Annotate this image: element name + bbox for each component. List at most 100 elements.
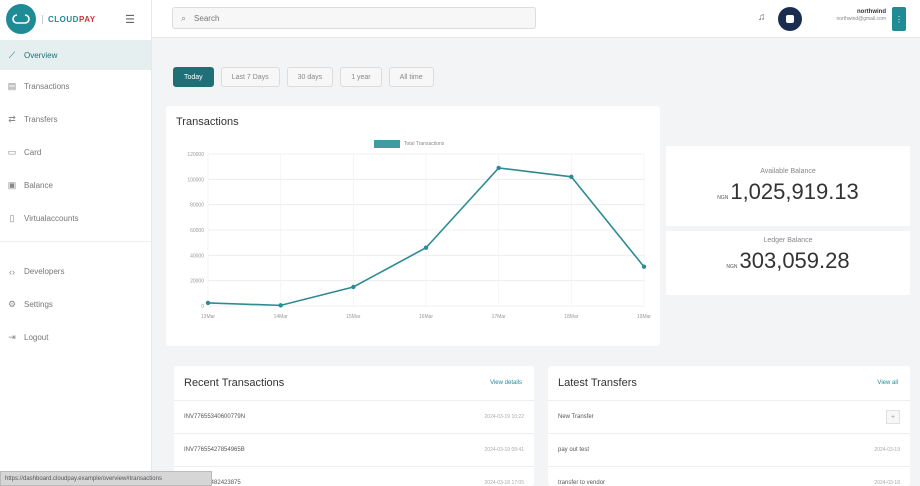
sidebar-item-label: Transactions: [24, 82, 70, 91]
sidebar-item-label: Overview: [24, 50, 58, 60]
ledger-balance-label: Ledger Balance: [763, 237, 813, 244]
y-tick-label: 20000: [190, 279, 204, 285]
transfer-name: pay out test: [558, 447, 590, 453]
filter-1-year[interactable]: 1 year: [340, 67, 382, 87]
sidebar-item-label: Developers: [24, 267, 65, 276]
y-tick-label: 60000: [190, 228, 204, 234]
transfer-row[interactable]: New Transfer +: [548, 400, 910, 433]
avatar[interactable]: [778, 7, 802, 31]
sidebar-item-settings[interactable]: ⚙ Settings: [0, 288, 151, 321]
sidebar: CLOUDPAY ☰ ⟋ Overview ▤ Transactions ⇄ Transf…: [0, 0, 152, 486]
sidebar-item-label: Virtualaccounts: [24, 214, 79, 223]
x-tick-label: 14Mar: [274, 314, 289, 320]
data-point[interactable]: [423, 245, 429, 250]
sidebar-item-developers[interactable]: ‹› Developers: [0, 255, 151, 288]
transactions-line-chart: 0 20000 40000 60000 80000 100000 120000 13Mar 14…: [187, 152, 652, 320]
data-point[interactable]: [205, 300, 211, 306]
transaction-time: 2024-03-19 09:41: [484, 447, 524, 453]
sidebar-nav: ⟋ Overview ▤ Transactions ⇄ Transfers ▭ Card ▣ Ba…: [0, 40, 151, 235]
sidebar-item-label: Logout: [24, 333, 49, 342]
available-balance-label: Available Balance: [760, 168, 816, 175]
search-icon: ⌕: [181, 12, 187, 23]
data-point[interactable]: [496, 165, 501, 171]
latest-transfers-title: Latest Transfers: [558, 377, 637, 389]
wallet-icon: ▣: [7, 180, 17, 190]
data-point[interactable]: [351, 284, 356, 290]
search-input[interactable]: [194, 13, 495, 23]
available-currency: NGN: [717, 195, 729, 201]
y-tick-label: 120000: [187, 152, 204, 158]
sidebar-item-balance[interactable]: ▣ Balance: [0, 169, 151, 202]
sidebar-item-transactions[interactable]: ▤ Transactions: [0, 70, 151, 103]
sidebar-item-virtualaccounts[interactable]: ▯ Virtualaccounts: [0, 202, 151, 235]
chart-line-icon: ⟋: [8, 49, 16, 60]
transaction-row[interactable]: INV77655427854965B 2024-03-19 09:41: [174, 433, 534, 466]
transfer-time: 2024-03-18: [874, 480, 900, 486]
code-icon: ‹›: [9, 266, 15, 277]
x-tick-label: 16Mar: [419, 314, 434, 320]
sidebar-item-logout[interactable]: ⇥ Logout: [0, 321, 151, 354]
transfer-row[interactable]: transfer to vendor 2024-03-18: [548, 466, 910, 486]
available-balance-card: Available Balance NGN 1,025,919.13: [666, 146, 910, 226]
topbar: ⌕ ♫ northwind northwind@gmail.com ⋮: [152, 0, 920, 38]
sidebar-item-label: Card: [24, 148, 42, 157]
transactions-chart-card: Transactions Total Transactions 0 20000 40…: [166, 106, 660, 346]
user-name: northwind: [857, 9, 886, 15]
latest-transfers-header: Latest Transfers View all: [548, 366, 910, 400]
collapse-menu-icon[interactable]: ☰: [123, 12, 137, 26]
transaction-row[interactable]: INV77655482423875 2024-03-18 17:05: [174, 466, 534, 486]
transaction-row[interactable]: INV77655340600779N 2024-03-19 10:22: [174, 400, 534, 433]
brand-part1: CLOUD: [48, 14, 79, 24]
filter-all-time[interactable]: All time: [388, 67, 434, 87]
recent-transactions-list: INV77655340600779N 2024-03-19 10:22 INV776…: [174, 400, 534, 486]
notification-bell-icon[interactable]: ♫: [758, 12, 766, 23]
ledger-balance-amount: NGN 303,059.28: [666, 248, 910, 274]
brand: CLOUDPAY ☰: [0, 0, 151, 38]
ledger-currency: NGN: [726, 264, 738, 270]
data-point[interactable]: [569, 174, 574, 179]
sidebar-item-label: Settings: [24, 300, 53, 309]
user-info[interactable]: northwind northwind@gmail.com: [808, 9, 886, 22]
card-icon: ▭: [7, 147, 17, 157]
date-filters: Today Last 7 Days 30 days 1 year All time: [173, 67, 434, 87]
y-tick-label: 100000: [187, 177, 204, 183]
search-box[interactable]: ⌕: [172, 7, 536, 29]
transfer-name: New Transfer: [558, 414, 594, 420]
sidebar-item-card[interactable]: ▭ Card: [0, 136, 151, 169]
sidebar-nav-secondary: ‹› Developers ⚙ Settings ⇥ Logout: [0, 255, 151, 354]
transaction-time: 2024-03-18 17:05: [484, 480, 524, 486]
view-all-link[interactable]: View all: [877, 380, 898, 386]
y-tick-label: 0: [201, 304, 204, 310]
y-tick-label: 40000: [190, 253, 204, 259]
ledger-amount-value: 303,059.28: [739, 248, 850, 273]
document-icon: ▯: [9, 213, 15, 223]
user-menu-button[interactable]: ⋮: [892, 7, 906, 31]
latest-transfers-card: Latest Transfers View all New Transfer + p…: [548, 366, 910, 486]
view-details-link[interactable]: View details: [490, 380, 522, 386]
recent-transactions-card: Recent Transactions View details INV7765…: [174, 366, 534, 486]
data-point[interactable]: [278, 303, 283, 308]
status-bar-url: https://dashboard.cloudpay.example/overv…: [0, 471, 212, 486]
transfer-name: transfer to vendor: [558, 480, 606, 486]
available-balance-amount: NGN 1,025,919.13: [666, 179, 910, 205]
available-amount-value: 1,025,919.13: [730, 179, 859, 204]
x-tick-label: 19Mar: [637, 314, 652, 320]
x-tick-label: 13Mar: [201, 314, 216, 320]
recent-transactions-header: Recent Transactions View details: [174, 366, 534, 400]
sidebar-item-overview[interactable]: ⟋ Overview: [0, 40, 151, 70]
sidebar-item-label: Transfers: [24, 115, 58, 124]
sidebar-divider: [0, 241, 151, 255]
sidebar-item-label: Balance: [24, 181, 53, 190]
transfer-row[interactable]: pay out test 2024-03-19: [548, 433, 910, 466]
filter-last-7-days[interactable]: Last 7 Days: [220, 67, 280, 87]
transfer-icon: ⇄: [8, 114, 16, 124]
transfer-time: 2024-03-19: [874, 447, 900, 453]
sidebar-item-transfers[interactable]: ⇄ Transfers: [0, 103, 151, 136]
data-point[interactable]: [641, 264, 647, 269]
transaction-reference: INV77655340600779N: [184, 414, 246, 420]
filter-30-days[interactable]: 30 days: [286, 67, 334, 87]
add-transfer-button[interactable]: +: [886, 410, 900, 424]
x-tick-label: 17Mar: [492, 314, 507, 320]
filter-today[interactable]: Today: [173, 67, 214, 87]
logo-icon[interactable]: [6, 4, 36, 34]
